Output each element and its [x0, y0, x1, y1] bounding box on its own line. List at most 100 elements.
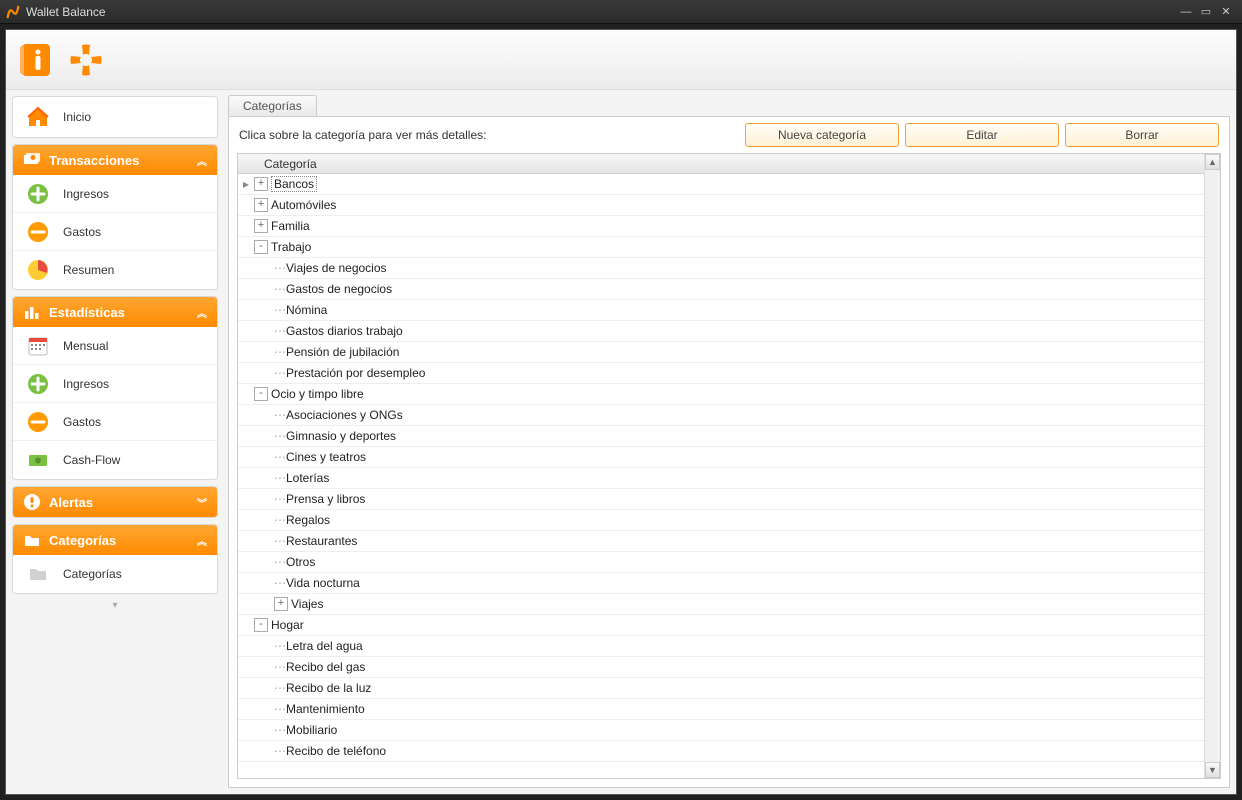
tree-row[interactable]: ⋯Pensión de jubilación	[238, 342, 1204, 363]
scroll-down-icon[interactable]: ▼	[1205, 762, 1220, 778]
tree-row[interactable]: ⋯ Viajes de negocios	[238, 258, 1204, 279]
tree-row-label: Asociaciones y ONGs	[286, 408, 403, 422]
help-icon[interactable]	[68, 42, 104, 78]
edit-button[interactable]: Editar	[905, 123, 1059, 147]
tree-row[interactable]: ⋯Vida nocturna	[238, 573, 1204, 594]
home-icon	[27, 106, 49, 128]
panel-header-categorias[interactable]: Categorías ︽	[13, 525, 217, 555]
tree-row[interactable]: ▸+Bancos	[238, 174, 1204, 195]
tree-row[interactable]: -Ocio y timpo libre	[238, 384, 1204, 405]
tree-leaf-icon: ⋯	[274, 534, 282, 548]
expand-icon[interactable]: +	[254, 177, 268, 191]
collapse-icon[interactable]: -	[254, 240, 268, 254]
tree-leaf-icon: ⋯	[274, 702, 282, 716]
tree-leaf-icon: ⋯	[274, 324, 282, 338]
tree-row-label: Mantenimiento	[286, 702, 365, 716]
sidebar-item-categorias[interactable]: Categorías	[13, 555, 217, 593]
tree-row[interactable]: ⋯Otros	[238, 552, 1204, 573]
titlebar: Wallet Balance — ▭ ✕	[0, 0, 1242, 24]
tree-leaf-icon: ⋯	[274, 366, 282, 380]
tree-row[interactable]: ⋯Letra del agua	[238, 636, 1204, 657]
money-icon	[23, 151, 41, 169]
tree-row[interactable]: ⋯ Mantenimiento	[238, 699, 1204, 720]
tree-leaf-icon: ⋯	[274, 345, 282, 359]
scroll-up-icon[interactable]: ▲	[1205, 154, 1220, 170]
tree-row[interactable]: ⋯Asociaciones y ONGs	[238, 405, 1204, 426]
category-tree: Categoría ▸+Bancos+Automóviles+Familia-T…	[237, 153, 1221, 779]
tree-row[interactable]: ⋯Mobiliario	[238, 720, 1204, 741]
panel-header-alertas[interactable]: Alertas ︾	[13, 487, 217, 517]
tree-row[interactable]: ⋯Recibo de la luz	[238, 678, 1204, 699]
tree-leaf-icon: ⋯	[274, 261, 282, 275]
content-tabbar: Categorías	[228, 94, 1230, 116]
tree-row[interactable]: ⋯Nómina	[238, 300, 1204, 321]
column-header[interactable]: Categoría	[238, 154, 1204, 174]
sidebar-item-ingresos[interactable]: Ingresos	[13, 175, 217, 213]
tree-leaf-icon: ⋯	[274, 744, 282, 758]
main-toolbar	[6, 30, 1236, 90]
panel-estadisticas: Estadísticas ︽ Mensual Ingresos Gastos C…	[12, 296, 218, 480]
expand-icon[interactable]: +	[254, 219, 268, 233]
sidebar-item-label: Gastos	[63, 415, 101, 429]
delete-button[interactable]: Borrar	[1065, 123, 1219, 147]
panel-header-transacciones[interactable]: Transacciones ︽	[13, 145, 217, 175]
panel-home: Inicio	[12, 96, 218, 138]
sidebar-item-label: Mensual	[63, 339, 108, 353]
sidebar-grip-icon[interactable]: ▾	[12, 600, 218, 612]
sidebar-item-mensual[interactable]: Mensual	[13, 327, 217, 365]
panel-header-estadisticas[interactable]: Estadísticas ︽	[13, 297, 217, 327]
tree-row-label: Gimnasio y deportes	[286, 429, 396, 443]
tree-row[interactable]: ⋯Recibo de teléfono	[238, 741, 1204, 762]
sidebar-item-resumen[interactable]: Resumen	[13, 251, 217, 289]
tree-row[interactable]: +Familia	[238, 216, 1204, 237]
sidebar-item-inicio[interactable]: Inicio	[13, 97, 217, 137]
sidebar-item-cashflow[interactable]: Cash-Flow	[13, 441, 217, 479]
tree-row[interactable]: +Automóviles	[238, 195, 1204, 216]
scroll-track[interactable]	[1205, 170, 1220, 762]
tree-row-label: Viajes de negocios	[286, 261, 387, 275]
tree-row[interactable]: ⋯Cines y teatros	[238, 447, 1204, 468]
content-area: Categorías Clica sobre la categoría para…	[224, 90, 1236, 794]
scrollbar[interactable]: ▲ ▼	[1204, 154, 1220, 778]
collapse-icon[interactable]: -	[254, 387, 268, 401]
action-row: Clica sobre la categoría para ver más de…	[229, 117, 1229, 153]
tree-row[interactable]: ⋯Prensa y libros	[238, 489, 1204, 510]
expand-icon[interactable]: +	[254, 198, 268, 212]
tree-row-label: Mobiliario	[286, 723, 337, 737]
tree-row[interactable]: -Trabajo	[238, 237, 1204, 258]
content-title: Categorías	[228, 95, 317, 116]
sidebar-item-label: Ingresos	[63, 377, 109, 391]
tree-leaf-icon: ⋯	[274, 282, 282, 296]
sidebar-item-stats-ingresos[interactable]: Ingresos	[13, 365, 217, 403]
sidebar-item-label: Ingresos	[63, 187, 109, 201]
panel-header-label: Estadísticas	[49, 305, 125, 320]
tree-row-label: Bancos	[271, 176, 317, 192]
tree-row[interactable]: ⋯Loterías	[238, 468, 1204, 489]
sidebar-item-gastos[interactable]: Gastos	[13, 213, 217, 251]
tree-row-label: Gastos de negocios	[286, 282, 392, 296]
tree-row[interactable]: ⋯ Gastos de negocios	[238, 279, 1204, 300]
tree-row-label: Hogar	[271, 618, 304, 632]
tree-row[interactable]: -Hogar	[238, 615, 1204, 636]
expand-icon[interactable]: +	[274, 597, 288, 611]
panel-alertas: Alertas ︾	[12, 486, 218, 518]
tree-row[interactable]: ⋯ Restaurantes	[238, 531, 1204, 552]
tree-row[interactable]: ⋯ Prestación por desempleo	[238, 363, 1204, 384]
sidebar-item-label: Resumen	[63, 263, 114, 277]
sidebar-item-stats-gastos[interactable]: Gastos	[13, 403, 217, 441]
minimize-button[interactable]: —	[1176, 6, 1196, 18]
tree-row[interactable]: ⋯Recibo del gas	[238, 657, 1204, 678]
collapse-icon[interactable]: -	[254, 618, 268, 632]
tree-row[interactable]: ⋯Gimnasio y deportes	[238, 426, 1204, 447]
sidebar-item-label: Inicio	[63, 110, 91, 124]
tree-row-label: Familia	[271, 219, 310, 233]
tree-row-label: Restaurantes	[286, 534, 357, 548]
info-icon[interactable]	[18, 42, 54, 78]
close-button[interactable]: ✕	[1216, 5, 1236, 18]
tree-row-label: Prestación por desempleo	[286, 366, 425, 380]
tree-row[interactable]: +Viajes	[238, 594, 1204, 615]
tree-row[interactable]: ⋯Regalos	[238, 510, 1204, 531]
tree-row[interactable]: ⋯Gastos diarios trabajo	[238, 321, 1204, 342]
new-category-button[interactable]: Nueva categoría	[745, 123, 899, 147]
maximize-button[interactable]: ▭	[1196, 5, 1216, 18]
